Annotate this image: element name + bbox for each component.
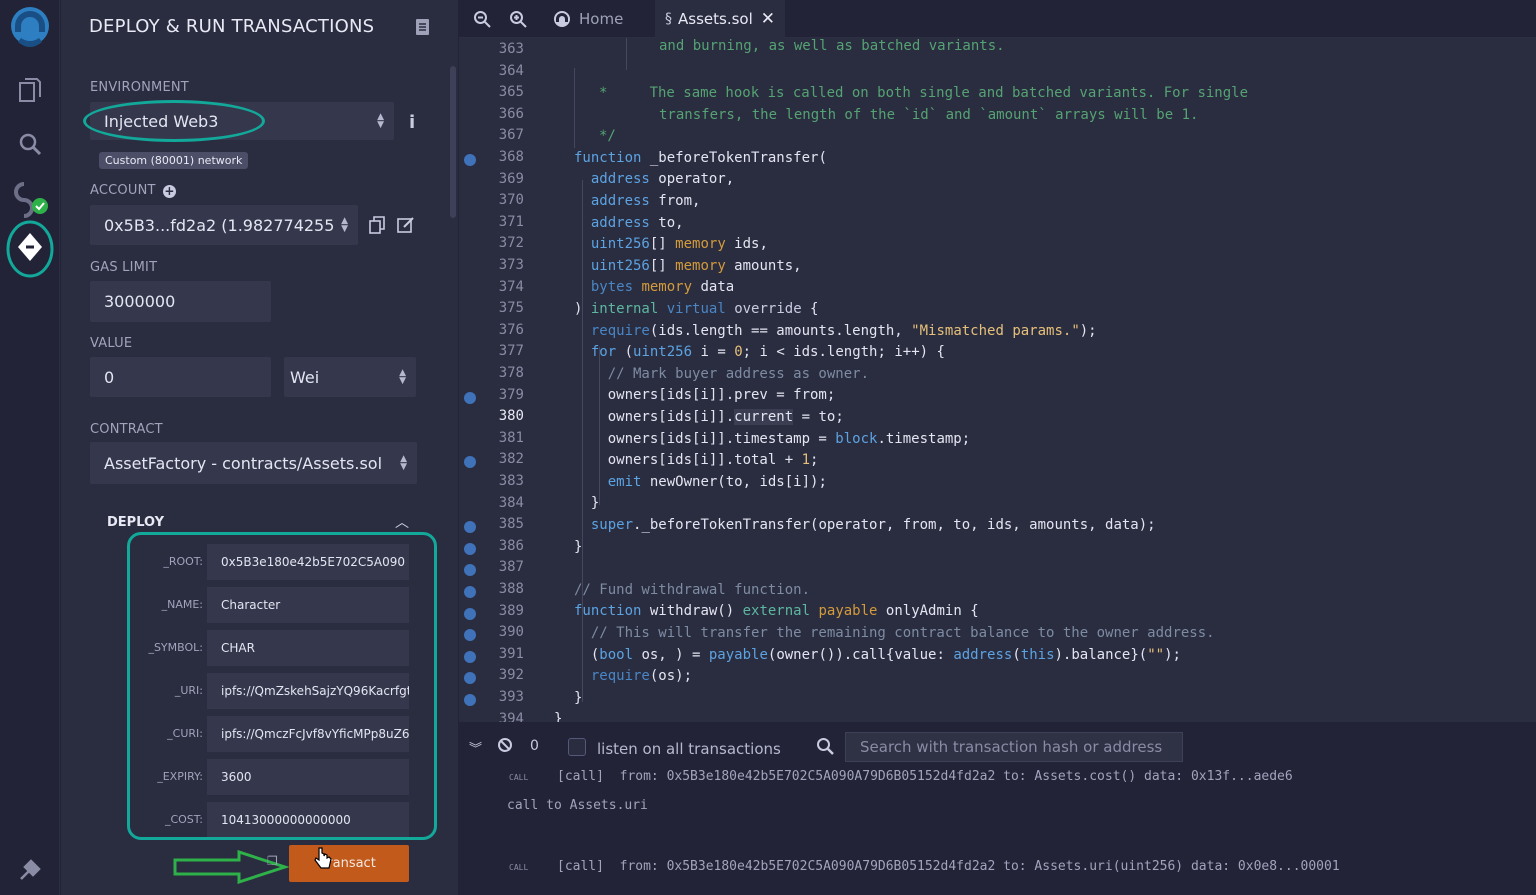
breakpoint-dot-icon[interactable] [464,564,476,577]
editor-tabs: Home § Assets.sol ✕ [459,0,1536,38]
code-line: super._beforeTokenTransfer(operator, fro… [590,517,1156,533]
listen-label: listen on all transactions [597,740,781,758]
deploy-run-icon[interactable] [0,220,60,278]
log-text: [call] from: 0x5B3e180e42b5E702C5A090A79… [557,859,1340,874]
code-line: uint256[] memory ids, [590,236,768,253]
contract-label: CONTRACT [90,422,163,437]
code-line: } [574,689,583,706]
search-icon [816,737,834,759]
annotation-box [127,532,437,840]
add-account-icon[interactable]: + [162,185,176,198]
solidity-compiler-icon[interactable] [0,178,60,218]
code-line: address from, [590,193,701,209]
terminal-output: CALL [call] from: 0x5B3e180e42b5E702C5A0… [459,769,1536,895]
code-line: * The same hook is called on both single… [599,85,1249,101]
chevron-up-icon[interactable]: ︿ [395,512,409,532]
copy-calldata-icon[interactable]: ❐ [267,854,278,868]
select-arrows-icon: ▲ ▼ [400,454,407,472]
code-line: */ [599,128,616,145]
transact-button[interactable]: transact [289,845,409,882]
listen-checkbox[interactable] [568,738,586,756]
edit-icon[interactable] [397,216,415,238]
code-line: function withdraw() external payable onl… [574,603,979,620]
close-icon[interactable]: ✕ [761,9,775,29]
select-arrows-icon: ▲ ▼ [341,216,348,234]
code-line: // Mark buyer address as owner. [607,365,870,382]
environment-label: ENVIRONMENT [90,80,189,95]
code-line: for (uint256 i = 0; i < ids.length; i++)… [590,344,945,361]
transaction-search-input[interactable]: Search with transaction hash or address [845,732,1183,762]
terminal-toolbar: ︾ 0 listen on all transactions Search wi… [459,725,1536,769]
log-text: [call] from: 0x5B3e180e42b5E702C5A090A79… [557,769,1293,784]
environment-select[interactable]: Injected Web3 ▲ ▼ [90,102,394,140]
code-line: require(os); [590,668,693,685]
log-entry[interactable]: CALL [509,859,528,874]
line-gutter: 387 [459,559,1536,581]
file-explorer-icon[interactable] [0,74,60,108]
code-line: address to, [590,214,684,231]
code-line: owners[ids[i]].total + 1; [574,452,819,469]
tab-assets-sol[interactable]: § Assets.sol ✕ [655,0,785,38]
copy-icon[interactable] [369,216,385,238]
remix-logo-icon[interactable] [0,4,60,52]
icon-panel [0,0,60,895]
code-line: function _beforeTokenTransfer( [574,149,827,166]
code-line: ) internal virtual override { [574,301,819,317]
value-unit-select[interactable]: Wei ▲ ▼ [284,357,416,397]
clear-console-icon[interactable] [497,737,513,757]
pending-tx-count: 0 [530,738,539,754]
code-editor[interactable]: 363 364 365 366 367 368 369 370 371 372 373 374 375 3… [459,38,1536,722]
code-line: owners[ids[i]].prev = from; [574,387,836,404]
code-line: } [574,495,600,512]
log-entry: call to Assets.uri [507,798,648,813]
plugin-manager-icon[interactable] [0,852,60,888]
code-line: } [574,538,583,555]
tab-home[interactable]: Home [551,0,623,38]
code-line: (bool os, ) = payable(owner()).call{valu… [574,646,1181,663]
code-line: emit newOwner(to, ids[i]); [607,473,827,490]
code-line: and burning, as well as batched variants… [659,38,1005,54]
zoom-in-icon[interactable] [509,0,527,38]
gas-limit-label: GAS LIMIT [90,260,158,275]
line-number: 364 [498,62,524,79]
select-arrows-icon: ▲ ▼ [399,368,406,386]
account-select[interactable]: 0x5B3...fd2a2 (1.982774255 ▲ ▼ [90,205,358,245]
deploy-run-panel: DEPLOY & RUN TRANSACTIONS ENVIRONMENT In… [61,0,458,895]
collapse-terminal-icon[interactable]: ︾ [469,738,482,757]
code-line: bytes memory data [590,279,735,296]
solidity-file-icon: § [665,11,672,27]
environment-value: Injected Web3 [104,111,219,131]
code-line: uint256[] memory amounts, [590,257,802,274]
code-line: address operator, [590,171,735,188]
contract-select[interactable]: AssetFactory - contracts/Assets.sol ▲ ▼ [90,442,417,484]
select-arrows-icon: ▲ ▼ [377,112,384,130]
mouse-cursor-icon [314,847,332,869]
code-line: transfers, the length of the `id` and `a… [659,106,1199,123]
code-line: } [554,711,563,722]
code-line: // This will transfer the remaining cont… [590,625,1215,641]
remix-home-icon [554,11,570,27]
code-line: require(ids.length == amounts.length, "M… [590,322,1097,339]
line-number: 387 [498,559,524,576]
network-badge: Custom (80001) network [99,152,249,169]
code-line: owners[ids[i]].timestamp = block.timesta… [574,430,971,447]
code-line: // Fund withdrawal function. [574,581,811,598]
account-value: 0x5B3...fd2a2 (1.982774255 [104,215,335,235]
panel-scrollbar[interactable] [450,66,456,218]
code-line: owners[ids[i]].current = to; [574,409,844,425]
log-entry[interactable]: CALL [509,769,528,784]
search-icon[interactable] [0,127,60,161]
value-label: VALUE [90,336,133,351]
zoom-out-icon[interactable] [473,0,491,38]
docs-icon[interactable] [415,18,431,40]
gas-limit-input[interactable]: 3000000 [90,281,271,322]
panel-title: DEPLOY & RUN TRANSACTIONS [89,16,375,37]
account-label: ACCOUNT + [90,183,176,198]
value-input[interactable]: 0 [90,357,271,397]
line-gutter: 364 [459,63,1536,85]
info-icon[interactable]: i [409,112,415,133]
deploy-section-label: DEPLOY [107,515,165,530]
